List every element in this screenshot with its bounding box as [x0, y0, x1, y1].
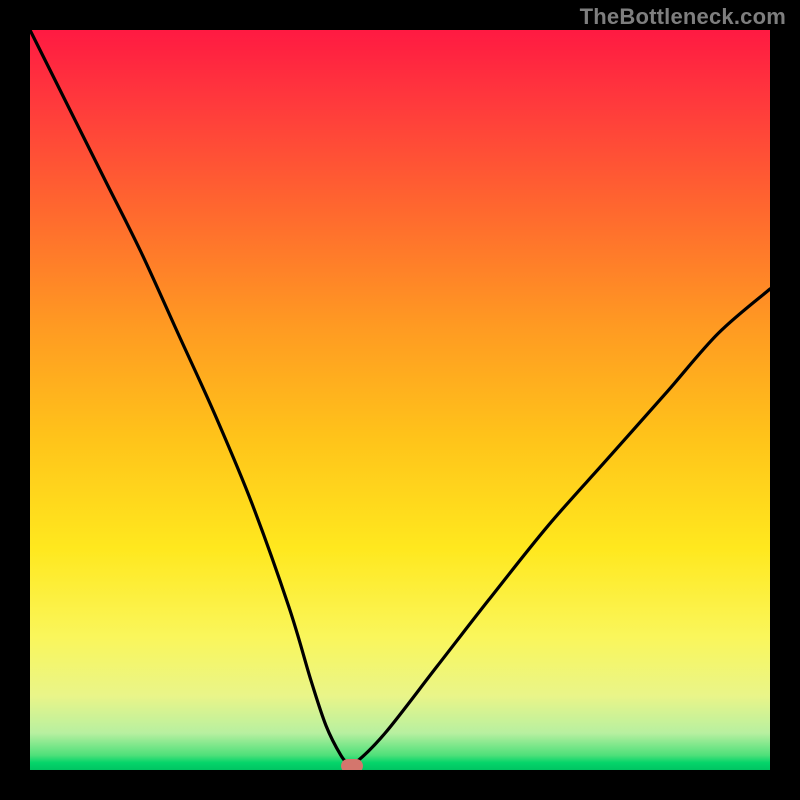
- watermark-text: TheBottleneck.com: [580, 4, 786, 30]
- chart-frame: TheBottleneck.com: [0, 0, 800, 800]
- plot-area: [30, 30, 770, 770]
- bottleneck-curve: [30, 30, 770, 770]
- curve-path: [30, 30, 770, 765]
- minimum-marker: [341, 759, 363, 770]
